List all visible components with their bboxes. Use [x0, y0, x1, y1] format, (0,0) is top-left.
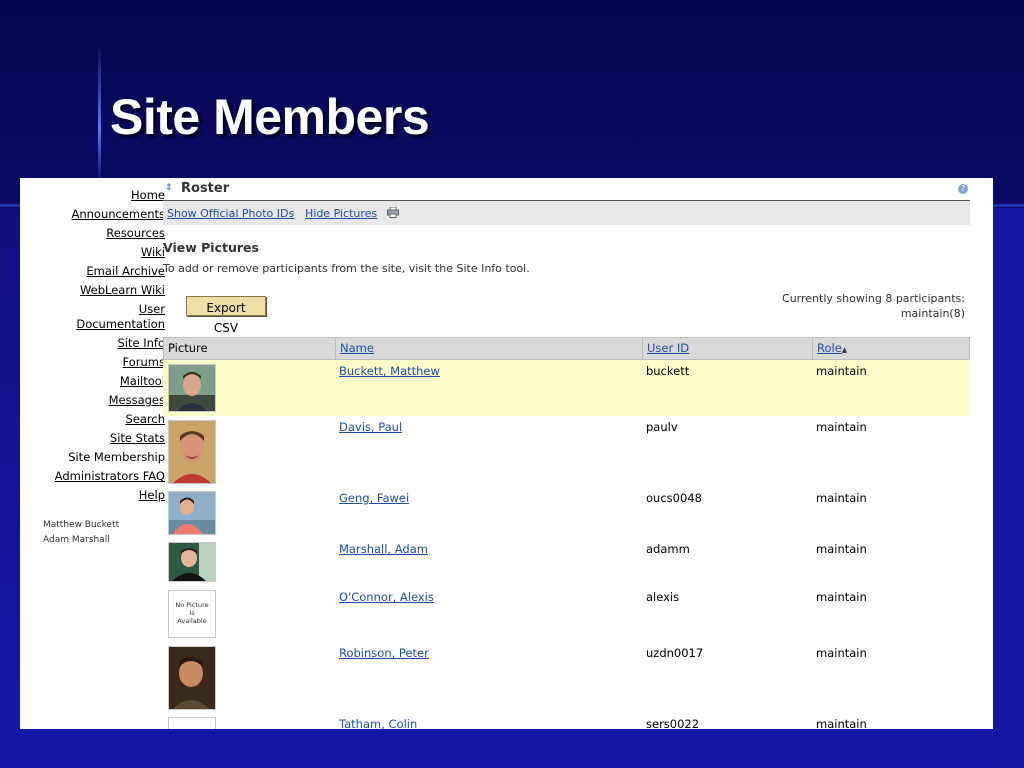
member-name-link[interactable]: Marshall, Adam — [339, 542, 428, 556]
no-picture-text: No Picture — [175, 601, 209, 609]
collapse-arrows-icon[interactable]: ⇕ — [165, 183, 173, 193]
table-row: Davis, Paul paulv maintain — [163, 416, 970, 487]
nav-mailtool[interactable]: Mailtool — [120, 374, 165, 389]
instructions-text: To add or remove participants from the s… — [163, 262, 530, 275]
table-row: Tatham, Colin sers0022 maintain — [163, 713, 970, 729]
nav-messages[interactable]: Messages — [109, 393, 165, 408]
nav-weblearn-wiki[interactable]: WebLearn Wiki — [80, 283, 165, 298]
nav-site-stats[interactable]: Site Stats — [110, 431, 165, 446]
member-role: maintain — [816, 491, 867, 505]
nav-announcements[interactable]: Announcements — [71, 207, 165, 222]
nav-administrators-faq[interactable]: Administrators FAQ — [55, 469, 165, 484]
member-photo — [168, 717, 216, 729]
roster-tool: ⇕ Roster ? Show Official Photo IDs Hide … — [163, 178, 993, 729]
nav-resources[interactable]: Resources — [106, 226, 165, 241]
hide-pictures-link[interactable]: Hide Pictures — [305, 207, 377, 220]
table-row: Geng, Fawei oucs0048 maintain — [163, 487, 970, 538]
section-heading: View Pictures — [163, 240, 259, 255]
table-row: Robinson, Peter uzdn0017 maintain — [163, 642, 970, 713]
decorative-vertical-line — [98, 45, 101, 185]
member-user-id: buckett — [646, 364, 690, 378]
printer-icon[interactable] — [387, 207, 399, 218]
member-user-id: oucs0048 — [646, 491, 702, 505]
header-role[interactable]: Role▲ — [813, 338, 969, 359]
member-user-id: uzdn0017 — [646, 646, 704, 660]
table-row: Marshall, Adam adamm maintain — [163, 538, 970, 586]
nav-help[interactable]: Help — [139, 488, 165, 503]
header-user-id[interactable]: User ID — [643, 338, 813, 359]
sort-ascending-icon: ▲ — [841, 346, 848, 354]
slide-title: Site Members — [110, 89, 430, 145]
help-icon[interactable]: ? — [958, 184, 968, 194]
nav-site-info[interactable]: Site Info — [118, 336, 166, 351]
member-photo — [168, 364, 216, 412]
member-user-id: alexis — [646, 590, 680, 604]
member-name-link[interactable]: O'Connor, Alexis — [339, 590, 434, 604]
member-name-link[interactable]: Buckett, Matthew — [339, 364, 440, 378]
header-picture: Picture — [164, 338, 336, 359]
participant-role-count: maintain(8) — [900, 307, 965, 320]
table-row: Buckett, Matthew buckett maintain — [163, 360, 970, 416]
nav-search[interactable]: Search — [125, 412, 165, 427]
participant-count: Currently showing 8 participants: mainta… — [782, 291, 965, 321]
header-role-label[interactable]: Role — [817, 341, 842, 355]
no-picture-text: is — [189, 609, 195, 617]
member-user-id: adamm — [646, 542, 690, 556]
table-header: Picture Name User ID Role▲ — [163, 337, 970, 360]
nav-user-documentation-line1[interactable]: User — [139, 302, 165, 317]
member-user-id: paulv — [646, 420, 678, 434]
member-photo — [168, 646, 216, 710]
no-picture-placeholder: No Picture is Available — [168, 590, 216, 638]
member-role: maintain — [816, 420, 867, 434]
member-role: maintain — [816, 590, 867, 604]
nav-wiki[interactable]: Wiki — [141, 245, 165, 260]
member-role: maintain — [816, 646, 867, 660]
member-photo — [168, 491, 216, 535]
nav-user-documentation-line2[interactable]: Documentation — [76, 317, 165, 332]
member-role: maintain — [816, 542, 867, 556]
nav-email-archive[interactable]: Email Archive — [86, 264, 165, 279]
export-csv-button[interactable]: Export CSV — [186, 296, 266, 335]
member-name-link[interactable]: Tatham, Colin — [339, 717, 417, 729]
nav-forums[interactable]: Forums — [123, 355, 165, 370]
action-bar: Show Official Photo IDs Hide Pictures — [163, 201, 970, 225]
slide-background-right — [993, 208, 1024, 768]
member-name-link[interactable]: Davis, Paul — [339, 420, 402, 434]
screenshot-panel: Home Announcements Resources Wiki Email … — [20, 178, 993, 729]
participant-count-line: Currently showing 8 participants: — [782, 292, 965, 305]
tool-title: Roster — [181, 181, 230, 196]
no-picture-text: Available — [177, 617, 207, 625]
nav-home[interactable]: Home — [131, 188, 165, 203]
member-role: maintain — [816, 364, 867, 378]
member-name-link[interactable]: Geng, Fawei — [339, 491, 409, 505]
nav-site-membership[interactable]: Site Membership — [68, 450, 165, 465]
member-photo — [168, 420, 216, 484]
tool-title-bar: ⇕ Roster ? — [163, 181, 970, 201]
header-name[interactable]: Name — [336, 338, 643, 359]
show-official-photo-ids-link[interactable]: Show Official Photo IDs — [167, 207, 294, 220]
member-user-id: sers0022 — [646, 717, 700, 729]
table-row: No Picture is Available O'Connor, Alexis… — [163, 586, 970, 642]
member-role: maintain — [816, 717, 867, 729]
member-name-link[interactable]: Robinson, Peter — [339, 646, 429, 660]
present-user: Matthew Buckett — [43, 520, 120, 530]
member-photo — [168, 542, 216, 582]
present-user: Adam Marshall — [43, 535, 110, 545]
